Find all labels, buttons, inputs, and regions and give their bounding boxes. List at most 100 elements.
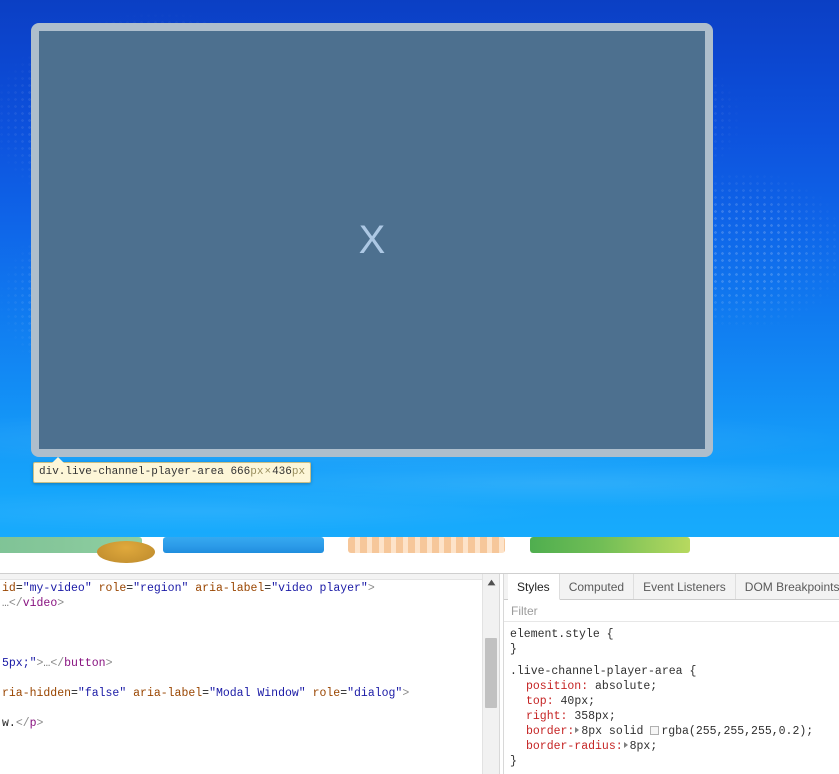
dom-token: > xyxy=(367,582,375,595)
expand-triangle-icon[interactable] xyxy=(575,727,580,733)
dom-token: "false" xyxy=(77,687,127,700)
css-rule-selector-line[interactable]: element.style { xyxy=(504,627,839,642)
video-player-surface[interactable]: X xyxy=(39,31,705,449)
css-property-value[interactable]: 40px xyxy=(561,695,589,708)
styles-rules-list[interactable]: element.style {} .live-channel-player-are… xyxy=(504,623,839,774)
dom-tree-line[interactable]: id="my-video" role="region" aria-label="… xyxy=(0,581,482,596)
dom-token: </ xyxy=(8,597,23,610)
dom-token: > xyxy=(402,687,410,700)
css-property-name[interactable]: position: xyxy=(526,680,588,693)
dom-token: ria-hidden xyxy=(2,687,72,700)
dom-token: "my-video" xyxy=(22,582,92,595)
dom-tree-blank-line xyxy=(0,626,482,641)
css-declaration[interactable]: top: 40px; xyxy=(504,694,839,709)
dom-token: p xyxy=(29,717,37,730)
expand-triangle-icon[interactable] xyxy=(623,742,628,748)
tooltip-width-value: 666 xyxy=(230,466,251,478)
dom-token: "region" xyxy=(133,582,189,595)
card-blue-photo[interactable] xyxy=(163,537,324,553)
dom-token: aria-label xyxy=(195,582,265,595)
css-semicolon: ; xyxy=(608,710,616,723)
styles-filter-placeholder: Filter xyxy=(511,603,538,618)
dom-token: 5px;" xyxy=(2,657,37,670)
css-property-value[interactable]: 8px solid xyxy=(581,725,650,738)
tab-dom-breakpoints[interactable]: DOM Breakpoints xyxy=(736,574,839,599)
dom-tree-scrollbar[interactable] xyxy=(482,574,499,774)
css-space xyxy=(588,680,595,693)
css-property-value[interactable]: 8px xyxy=(630,740,651,753)
dom-token: </ xyxy=(50,657,65,670)
css-open-brace: { xyxy=(689,665,697,678)
dom-tree[interactable]: id="my-video" role="region" aria-label="… xyxy=(0,581,482,774)
dom-tree-blank-line xyxy=(0,611,482,626)
css-declaration[interactable]: right: 358px; xyxy=(504,709,839,724)
css-declaration[interactable]: position: absolute; xyxy=(504,679,839,694)
dom-token: video xyxy=(22,597,58,610)
dom-token: = xyxy=(15,582,23,595)
dom-token: w. xyxy=(2,717,16,730)
dom-pane-toolbar xyxy=(0,574,499,580)
styles-pane: Styles Computed Event Listeners DOM Breakpo… xyxy=(504,574,839,774)
css-property-name[interactable]: border-radius: xyxy=(526,740,623,753)
dom-token: = xyxy=(71,687,78,700)
dom-token xyxy=(306,687,313,700)
scroll-up-arrow-icon[interactable] xyxy=(483,574,499,591)
dom-tree-line[interactable]: 5px;">…</button> xyxy=(0,656,482,671)
page-viewport: X div.live-channel-player-area 666 px ×436… xyxy=(0,0,839,573)
devtools-panel: id="my-video" role="region" aria-label="… xyxy=(0,573,839,774)
css-declaration[interactable]: border: 8px solid rgba(255,255,255,0.2); xyxy=(504,724,839,739)
dom-token: "Modal Window" xyxy=(209,687,306,700)
css-close-brace-line: } xyxy=(510,643,517,656)
close-x-glyph: X xyxy=(358,218,386,262)
css-semicolon: ; xyxy=(806,725,814,738)
rule-separator xyxy=(504,657,839,664)
dom-token: > xyxy=(57,597,65,610)
dom-tree-blank-line xyxy=(0,671,482,686)
css-property-name[interactable]: border: xyxy=(526,725,574,738)
color-swatch-icon[interactable] xyxy=(650,726,660,735)
dom-token xyxy=(92,582,99,595)
cards-strip xyxy=(0,537,839,573)
card-green-photo-subject xyxy=(97,541,155,563)
dom-token: > xyxy=(105,657,113,670)
tooltip-height-unit: px xyxy=(291,466,306,478)
dom-token: role xyxy=(98,582,127,595)
styles-filter-row[interactable]: Filter xyxy=(504,600,839,622)
dom-tree-line[interactable]: …</video> xyxy=(0,596,482,611)
dom-token: button xyxy=(64,657,106,670)
inspector-size-tooltip: div.live-channel-player-area 666px×436px xyxy=(33,457,312,483)
dom-tree-line[interactable]: ria-hidden="false" aria-label="Modal Win… xyxy=(0,686,482,701)
dom-token: </ xyxy=(15,717,30,730)
dom-tree-line[interactable]: w.</p> xyxy=(0,716,482,731)
dom-token: "video player" xyxy=(271,582,368,595)
css-semicolon: ; xyxy=(588,695,596,708)
styles-pane-tabs: Styles Computed Event Listeners DOM Breakpo… xyxy=(504,574,839,600)
card-green-photo[interactable] xyxy=(0,537,155,563)
card-green-gradient-photo[interactable] xyxy=(530,537,690,553)
tab-event-listeners[interactable]: Event Listeners xyxy=(634,574,736,599)
css-declaration[interactable]: border-radius: 8px; xyxy=(504,739,839,754)
tooltip-selector: div.live-channel-player-area xyxy=(39,466,224,478)
css-property-name[interactable]: top: xyxy=(526,695,554,708)
css-space xyxy=(554,695,561,708)
tooltip-height-value: 436 xyxy=(272,466,292,478)
dom-tree-scroll-thumb[interactable] xyxy=(485,638,497,708)
tooltip-times-symbol: × xyxy=(264,466,272,478)
dom-token: id xyxy=(2,582,16,595)
css-property-value[interactable]: absolute xyxy=(595,680,650,693)
css-property-name[interactable]: right: xyxy=(526,710,567,723)
css-close-brace-line: } xyxy=(510,755,517,768)
tab-computed[interactable]: Computed xyxy=(560,574,635,599)
tab-styles[interactable]: Styles xyxy=(508,574,560,600)
css-selector: .live-channel-player-area xyxy=(510,665,690,678)
css-semicolon: ; xyxy=(650,740,658,753)
dom-tree-blank-line xyxy=(0,701,482,716)
css-property-value-color[interactable]: rgba(255,255,255,0.2) xyxy=(661,725,806,738)
css-property-value[interactable]: 358px xyxy=(574,710,609,723)
css-open-brace: { xyxy=(606,628,614,641)
dom-token: role xyxy=(312,687,341,700)
live-channel-player-area[interactable]: X xyxy=(31,23,713,457)
dom-token: "dialog" xyxy=(347,687,403,700)
css-rule-selector-line[interactable]: .live-channel-player-area { xyxy=(504,664,839,679)
card-orange-striped-photo[interactable] xyxy=(348,537,505,553)
